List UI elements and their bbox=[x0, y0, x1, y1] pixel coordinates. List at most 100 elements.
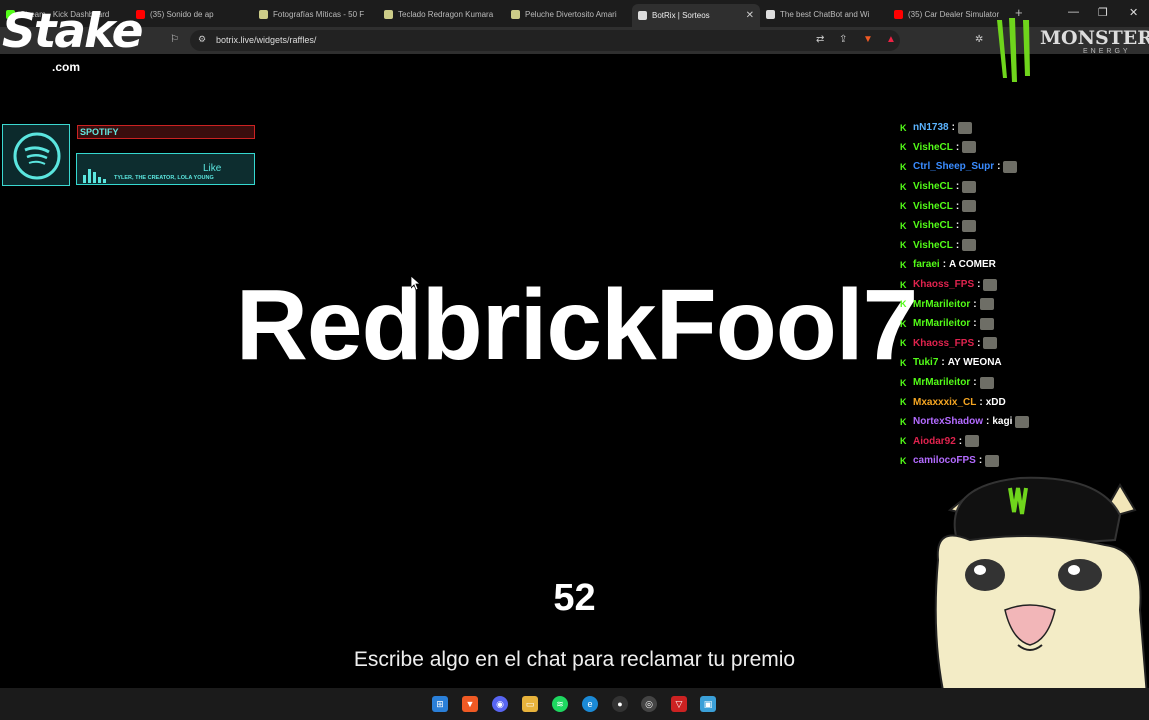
chat-emote-icon bbox=[957, 121, 972, 134]
chat-emote-icon bbox=[962, 141, 977, 154]
spotify-icon[interactable]: ≋ bbox=[552, 696, 568, 712]
chat-message: K Ctrl_Sheep_Supr: bbox=[900, 157, 1060, 177]
tab-label: Peluche Divertosito Amari bbox=[525, 9, 617, 19]
chat-username[interactable]: Tuki7 bbox=[913, 357, 938, 368]
chat-username[interactable]: NortexShadow bbox=[913, 416, 983, 427]
chat-username[interactable]: MrMarileitor bbox=[913, 377, 970, 388]
extensions-icon[interactable]: ✲ bbox=[975, 34, 983, 45]
chat-text: AY WEONA bbox=[947, 357, 1002, 369]
tab-label: (35) Car Dealer Simulator bbox=[908, 9, 1000, 19]
kick-badge-icon: K bbox=[900, 357, 907, 368]
browser-tab[interactable]: Fotografías Míticas - 50 F bbox=[253, 4, 378, 24]
chat-separator: : bbox=[955, 141, 960, 153]
chat-separator: : bbox=[978, 455, 983, 467]
chat-separator: : bbox=[973, 377, 977, 389]
app-icon[interactable]: ▽ bbox=[671, 696, 687, 712]
chat-separator: : bbox=[986, 416, 990, 428]
chat-separator: : bbox=[955, 220, 960, 232]
start-menu-icon[interactable]: ⊞ bbox=[432, 696, 448, 712]
bookmark-icon[interactable]: ⚐ bbox=[170, 34, 179, 45]
chat-username[interactable]: VisheCL bbox=[913, 201, 953, 212]
browser-tab[interactable]: The best ChatBot and Wi bbox=[760, 4, 888, 24]
tab-favicon-icon bbox=[511, 9, 520, 19]
chat-username[interactable]: Khaoss_FPS bbox=[913, 279, 974, 290]
chat-separator: : bbox=[973, 318, 977, 330]
chat-username[interactable]: Aiodar92 bbox=[913, 436, 956, 447]
chat-username[interactable]: VisheCL bbox=[913, 220, 953, 231]
browser-tab[interactable]: BotRix | Sorteos ✕ bbox=[632, 4, 760, 27]
tab-favicon-icon bbox=[384, 9, 393, 19]
tab-favicon-icon bbox=[894, 9, 903, 19]
chat-message: K Khaoss_FPS: bbox=[900, 275, 1060, 295]
chat-username[interactable]: Ctrl_Sheep_Supr bbox=[913, 161, 994, 172]
chat-message: KnN1738: bbox=[900, 118, 1060, 138]
spotify-song: Like bbox=[203, 163, 222, 174]
translate-icon[interactable]: ⇄ bbox=[816, 34, 824, 45]
chat-emote-icon bbox=[1003, 160, 1018, 173]
streaming-app-icon[interactable]: ▣ bbox=[700, 696, 716, 712]
chat-message: K VisheCL: bbox=[900, 236, 1060, 256]
chat-separator: : bbox=[958, 435, 963, 447]
site-info-icon[interactable]: ⚙ bbox=[198, 34, 206, 45]
chat-username[interactable]: MrMarileitor bbox=[913, 299, 970, 310]
kick-badge-icon: K bbox=[900, 161, 907, 172]
stake-domain: .com bbox=[52, 60, 81, 74]
edge-icon[interactable]: e bbox=[582, 696, 598, 712]
chat-username[interactable]: camilocoFPS bbox=[913, 455, 976, 466]
tab-label: (35) Sonido de ap bbox=[150, 9, 214, 19]
chat-message: K Mxaxxxix_CL: xDD bbox=[900, 392, 1060, 412]
chat-text: A COMER bbox=[949, 259, 996, 271]
kick-badge-icon: K bbox=[900, 377, 907, 388]
monster-energy-text: ENERGY bbox=[1083, 48, 1131, 55]
chat-message: K MrMarileitor: bbox=[900, 373, 1060, 393]
brave-rewards-icon[interactable]: ▲ bbox=[886, 34, 896, 45]
chat-username[interactable]: nN1738 bbox=[913, 122, 949, 133]
chat-separator: : bbox=[997, 161, 1001, 173]
chat-emote-icon bbox=[962, 180, 977, 193]
chat-emote-icon bbox=[979, 298, 994, 311]
browser-tab[interactable]: Peluche Divertosito Amari bbox=[505, 4, 630, 24]
chat-emote-icon bbox=[962, 219, 977, 232]
chat-emote-icon bbox=[983, 278, 998, 291]
chat-message: K MrMarileitor: bbox=[900, 314, 1060, 334]
kick-badge-icon: K bbox=[900, 416, 907, 427]
chat-message: K VisheCL: bbox=[900, 216, 1060, 236]
share-icon[interactable]: ⇪ bbox=[839, 34, 847, 45]
chat-username[interactable]: Khaoss_FPS bbox=[913, 338, 974, 349]
brave-browser-icon[interactable]: ▼ bbox=[462, 696, 478, 712]
chat-username[interactable]: VisheCL bbox=[913, 181, 953, 192]
chat-message: K NortexShadow: kagi bbox=[900, 412, 1060, 432]
steam-icon[interactable]: ◎ bbox=[641, 696, 657, 712]
chat-username[interactable]: VisheCL bbox=[913, 142, 953, 153]
chat-emote-icon bbox=[985, 454, 1000, 467]
chat-separator: : bbox=[951, 122, 955, 134]
file-explorer-icon[interactable]: ▭ bbox=[522, 696, 538, 712]
brave-shields-icon[interactable]: ▼ bbox=[863, 34, 873, 45]
chat-message: Kfaraei: A COMER bbox=[900, 255, 1060, 275]
tab-label: Fotografías Míticas - 50 F bbox=[273, 9, 365, 19]
tab-close-icon[interactable]: ✕ bbox=[746, 10, 754, 21]
kick-badge-icon: K bbox=[900, 201, 907, 212]
kick-badge-icon: K bbox=[900, 436, 907, 447]
chat-emote-icon bbox=[979, 376, 994, 389]
mouse-cursor-icon bbox=[411, 276, 421, 291]
tab-label: BotRix | Sorteos bbox=[652, 11, 710, 20]
obs-icon[interactable]: ● bbox=[612, 696, 628, 712]
browser-tab[interactable]: (35) Sonido de ap bbox=[130, 4, 255, 24]
browser-tab[interactable]: Teclado Redragon Kumara bbox=[378, 4, 503, 24]
chat-overlay: KnN1738: K VisheCL: K Ctrl_Sheep_Supr: K Vishe… bbox=[900, 118, 1060, 471]
windows-taskbar bbox=[0, 688, 1149, 720]
discord-icon[interactable]: ◉ bbox=[492, 696, 508, 712]
chat-username[interactable]: VisheCL bbox=[913, 240, 953, 251]
chat-message: K VisheCL: bbox=[900, 177, 1060, 197]
chat-separator: : bbox=[955, 239, 960, 251]
chat-username[interactable]: MrMarileitor bbox=[913, 318, 970, 329]
kick-badge-icon: K bbox=[900, 220, 907, 231]
chat-message: K Aiodar92: bbox=[900, 432, 1060, 452]
chat-username[interactable]: faraei bbox=[913, 259, 940, 270]
chat-separator: : bbox=[973, 298, 977, 310]
chat-message: K Tuki7: AY WEONA bbox=[900, 353, 1060, 373]
cat-avatar bbox=[934, 476, 1149, 720]
chat-message: K VisheCL: bbox=[900, 196, 1060, 216]
chat-username[interactable]: Mxaxxxix_CL bbox=[913, 397, 976, 408]
